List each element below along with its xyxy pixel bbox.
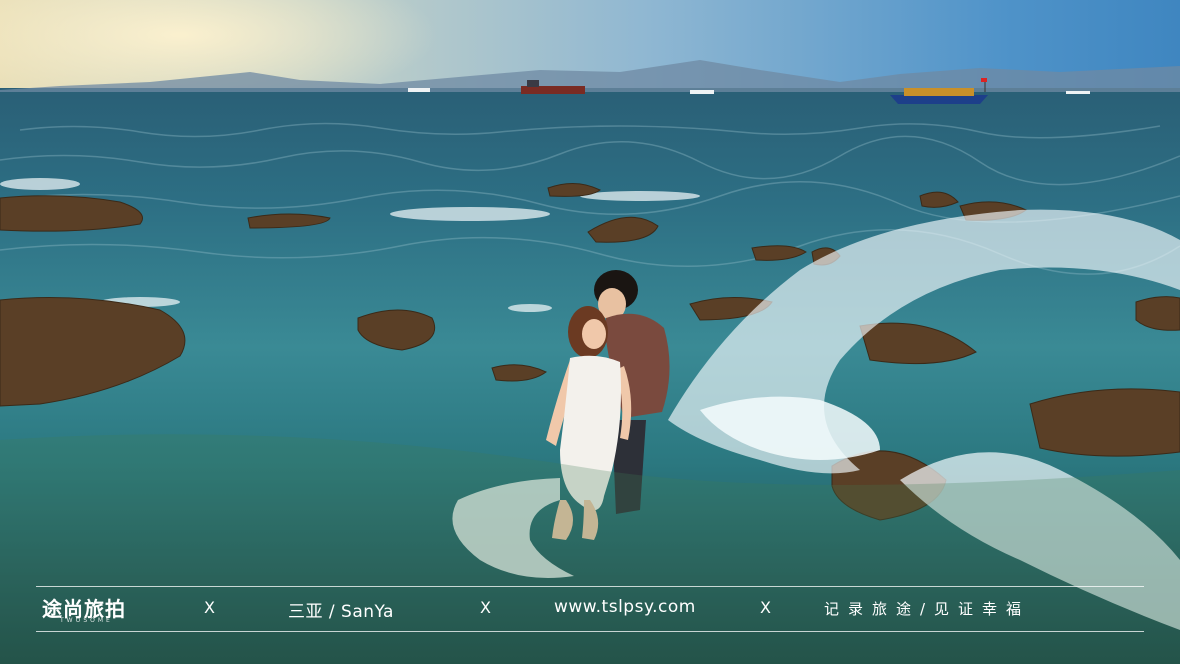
small-boat (408, 88, 430, 92)
slogan-text: 记录旅途/见证幸福 (824, 600, 1031, 618)
separator-x: X (480, 598, 492, 617)
watermark-banner: 途尚旅拍 TWOSOME X 三亚 / SanYa X www.tslpsy.c… (36, 586, 1144, 632)
wedding-photo: 途尚旅拍 TWOSOME X 三亚 / SanYa X www.tslpsy.c… (0, 0, 1180, 664)
location-text: 三亚 / SanYa (288, 602, 394, 622)
separator-x: X (760, 598, 772, 617)
website-text: www.tslpsy.com (554, 597, 696, 617)
mountain-range (0, 60, 1180, 92)
separator-x: X (204, 598, 216, 617)
brand-subtitle: TWOSOME (60, 617, 113, 624)
woman-face (582, 319, 606, 349)
brand-logo: 途尚旅拍 TWOSOME (42, 591, 162, 627)
small-boat (690, 90, 714, 94)
small-boat (1066, 91, 1090, 94)
scene-artwork (0, 60, 1180, 664)
